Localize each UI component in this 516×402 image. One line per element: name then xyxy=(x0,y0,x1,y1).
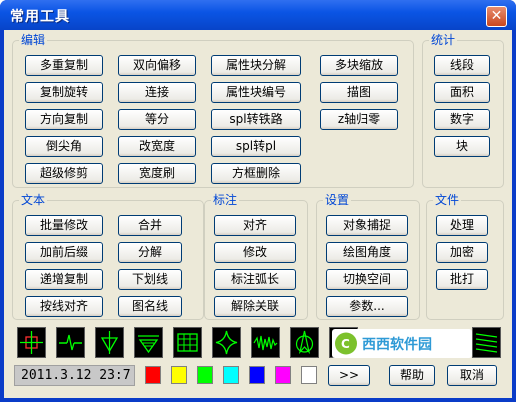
annotate-group-label: 标注 xyxy=(211,193,240,207)
edit-button-box-delete[interactable]: 方框删除 xyxy=(211,163,301,184)
more-button[interactable]: >> xyxy=(328,365,370,386)
edit-button-chamfer[interactable]: 倒尖角 xyxy=(25,136,103,157)
edit-button-super-trim[interactable]: 超级修剪 xyxy=(25,163,103,184)
stats-button-area[interactable]: 面积 xyxy=(434,82,490,103)
settings-button-osnap[interactable]: 对象捕捉 xyxy=(326,215,408,236)
close-button[interactable]: ✕ xyxy=(486,6,507,27)
edit-button-z-zero[interactable]: z轴归零 xyxy=(320,109,398,130)
edit-button-width-brush[interactable]: 宽度刷 xyxy=(118,163,196,184)
annotate-button-modify[interactable]: 修改 xyxy=(214,242,296,263)
edit-button-direction-copy[interactable]: 方向复制 xyxy=(25,109,103,130)
annotate-button-align[interactable]: 对齐 xyxy=(214,215,296,236)
edit-button-change-width[interactable]: 改宽度 xyxy=(118,136,196,157)
edit-button-spl-to-rail[interactable]: spl转铁路 xyxy=(211,109,301,130)
file-button-process[interactable]: 处理 xyxy=(436,215,488,236)
text-button-underline[interactable]: 下划线 xyxy=(118,269,182,290)
dialog-body: 编辑 多重复制 双向偏移 属性块分解 多块缩放 复制旋转 连接 属性块编号 描图… xyxy=(4,30,512,398)
edit-button-number-attr[interactable]: 属性块编号 xyxy=(211,82,301,103)
stats-group-label: 统计 xyxy=(429,33,458,47)
window-title: 常用工具 xyxy=(10,9,70,25)
edit-button-explode-attr[interactable]: 属性块分解 xyxy=(211,55,301,76)
spline-icon[interactable] xyxy=(212,327,241,358)
settings-button-params[interactable]: 参数... xyxy=(326,296,408,317)
stats-button-segment[interactable]: 线段 xyxy=(434,55,490,76)
triangle-fill-icon[interactable] xyxy=(95,327,124,358)
text-button-align-to-line[interactable]: 按线对齐 xyxy=(25,296,103,317)
annotate-button-disassociate[interactable]: 解除关联 xyxy=(214,296,296,317)
stats-button-block[interactable]: 块 xyxy=(434,136,490,157)
text-button-prefix-suffix[interactable]: 加前后缀 xyxy=(25,242,103,263)
color-swatch-magenta[interactable] xyxy=(275,366,291,384)
color-swatch-cyan[interactable] xyxy=(223,366,239,384)
edit-button-trace[interactable]: 描图 xyxy=(320,82,398,103)
file-button-batch-plot[interactable]: 批打 xyxy=(436,269,488,290)
date-time-display: 2011.3.12 23:7 xyxy=(14,365,135,386)
edit-button-divide[interactable]: 等分 xyxy=(118,109,196,130)
svg-text:西西软件园: 西西软件园 xyxy=(362,336,432,353)
settings-button-draw-angle[interactable]: 绘图角度 xyxy=(326,242,408,263)
wave-icon[interactable] xyxy=(251,327,280,358)
color-swatch-white[interactable] xyxy=(301,366,317,384)
title-bar[interactable]: 常用工具 ✕ xyxy=(0,0,516,30)
dialog-window: 常用工具 ✕ 编辑 多重复制 双向偏移 属性块分解 多块缩放 复制旋转 连接 属… xyxy=(0,0,516,402)
hatch-triangle-icon[interactable] xyxy=(134,327,163,358)
color-swatch-red[interactable] xyxy=(145,366,161,384)
crosshair-icon[interactable] xyxy=(17,327,46,358)
help-button[interactable]: 帮助 xyxy=(389,365,435,386)
color-swatch-yellow[interactable] xyxy=(171,366,187,384)
text-button-batch-edit[interactable]: 批量修改 xyxy=(25,215,103,236)
file-group-label: 文件 xyxy=(433,193,462,207)
text-button-split[interactable]: 分解 xyxy=(118,242,182,263)
edit-button-spl-to-pl[interactable]: spl转pl xyxy=(211,136,301,157)
settings-button-switch-space[interactable]: 切换空间 xyxy=(326,269,408,290)
annotate-button-arc-length[interactable]: 标注弧长 xyxy=(214,269,296,290)
edit-group-label: 编辑 xyxy=(19,33,48,47)
edit-button-offset[interactable]: 双向偏移 xyxy=(118,55,196,76)
compass-icon[interactable] xyxy=(290,327,319,358)
stripes-icon[interactable] xyxy=(472,327,501,358)
table-icon[interactable] xyxy=(173,327,202,358)
settings-group-label: 设置 xyxy=(323,193,352,207)
svg-text:C: C xyxy=(341,337,350,351)
text-group-label: 文本 xyxy=(19,193,48,207)
edit-button-scale-blocks[interactable]: 多块缩放 xyxy=(320,55,398,76)
edit-button-copy-rotate[interactable]: 复制旋转 xyxy=(25,82,103,103)
color-swatch-blue[interactable] xyxy=(249,366,265,384)
stats-button-number[interactable]: 数字 xyxy=(434,109,490,130)
text-button-merge[interactable]: 合并 xyxy=(118,215,182,236)
line-break-icon[interactable] xyxy=(56,327,85,358)
watermark-logo: C 西西软件园 xyxy=(332,329,472,358)
cancel-button[interactable]: 取消 xyxy=(447,365,497,386)
edit-button-join[interactable]: 连接 xyxy=(118,82,196,103)
text-button-title-line[interactable]: 图名线 xyxy=(118,296,182,317)
text-button-increment-copy[interactable]: 递增复制 xyxy=(25,269,103,290)
edit-button-multi-copy[interactable]: 多重复制 xyxy=(25,55,103,76)
file-button-encrypt[interactable]: 加密 xyxy=(436,242,488,263)
color-swatch-green[interactable] xyxy=(197,366,213,384)
